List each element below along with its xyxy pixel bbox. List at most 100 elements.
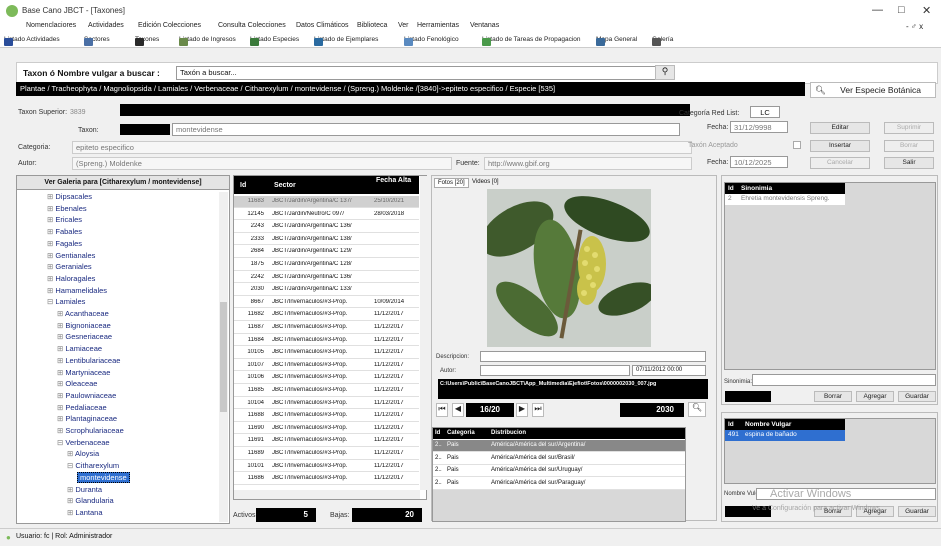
tree-node[interactable]: ⊞ Fagales [47, 239, 82, 248]
tree-node[interactable]: ⊞ Oleaceae [57, 379, 97, 388]
specimen-row[interactable]: 10105 JBCT/Invernáculos/#3-Prop. 11/12/201… [234, 347, 419, 359]
specimen-row[interactable]: 2242 JBCT/Jardin/Argentina/C 136/ [234, 272, 419, 284]
tree-node[interactable]: ⊞ Ebenales [47, 204, 87, 213]
specimen-row[interactable]: 11686 JBCT/Invernáculos/#3-Prop. 11/12/201… [234, 473, 419, 485]
toolbar-item-3[interactable]: Listado de Ingresos [179, 36, 236, 46]
synonym-row[interactable]: 2 Ehretia montevidensis Spreng. [725, 194, 845, 205]
tab-videos[interactable]: Videos [0] [472, 179, 499, 185]
search-input[interactable]: Taxón a buscar... [176, 66, 666, 80]
syn-borrar-button[interactable]: Borrar [814, 391, 852, 402]
prev-photo-button[interactable]: ◀ [452, 403, 464, 417]
menu-nomenclaciores[interactable]: Nomenclaciores [26, 22, 76, 29]
tree-node[interactable]: ⊟ Citharexylum [67, 461, 119, 470]
minimize-button[interactable]: — [872, 4, 883, 16]
specimen-row[interactable]: 12145 JBCT/Jardin/Neutro/C 097/28/03/2018 [234, 209, 419, 221]
tree-node[interactable]: ⊞ Scrophulariaceae [57, 426, 124, 435]
fuente-field[interactable]: http://www.gbif.org [484, 157, 692, 170]
categoria-field[interactable]: epiteto especifico [72, 141, 692, 154]
specimen-row[interactable]: 11682 JBCT/Invernáculos/#3-Prop. 11/12/201… [234, 309, 419, 321]
cancelar-button[interactable]: Cancelar [810, 157, 870, 169]
specimen-row[interactable]: 10101 JBCT/Invernáculos/#3-Prop. 11/12/201… [234, 461, 419, 473]
specimen-row[interactable]: 11687 JBCT/Invernáculos/#3-Prop. 11/12/201… [234, 322, 419, 334]
fecha-field-2[interactable]: 10/12/2025 [730, 156, 788, 168]
tree-node[interactable]: ⊞ Glandularia [67, 496, 114, 505]
tree-node[interactable]: ⊞ Acanthaceae [57, 309, 109, 318]
tree-node[interactable]: ⊞ Plantaginaceae [57, 414, 117, 423]
borrar-button[interactable]: Borrar [884, 140, 934, 152]
ver-especie-button[interactable]: 🔍︎ Ver Especie Botánica [810, 82, 936, 98]
tree-node[interactable]: ⊞ Fabales [47, 227, 82, 236]
mdi-controls[interactable]: - ♂ x [906, 22, 923, 31]
distribution-row[interactable]: 2.. Pais América/América del sur/Argentina… [433, 440, 685, 452]
tree-node[interactable]: ⊞ Paulowniaceae [57, 391, 116, 400]
distribution-row[interactable]: 2.. Pais América/América del sur/Uruguay/ [433, 465, 685, 477]
specimen-row[interactable]: 10104 JBCT/Invernáculos/#3-Prop. 11/12/201… [234, 398, 419, 410]
menu-ventanas[interactable]: Ventanas [470, 22, 499, 29]
specimen-row[interactable]: 2684 JBCT/Jardin/Argentina/C 129/ [234, 246, 419, 258]
taxon-aceptado-checkbox[interactable] [793, 141, 801, 149]
binoculars-search-button[interactable]: ⚲ [655, 65, 675, 80]
menu-edicion-colecciones[interactable]: Edición Colecciones [138, 22, 201, 29]
maximize-button[interactable]: □ [898, 4, 905, 16]
toolbar-item-6[interactable]: Listado Fenológico [404, 36, 459, 46]
photo-autor-field[interactable] [480, 365, 630, 376]
tree-node[interactable]: ⊞ Martyniaceae [57, 368, 110, 377]
tree-node[interactable]: ⊞ Duranta [67, 485, 102, 494]
salir-button[interactable]: Salir [884, 157, 934, 169]
specimen-row[interactable]: 1875 JBCT/Jardin/Argentina/C 128/ [234, 259, 419, 271]
specimen-row[interactable]: 2243 JBCT/Jardin/Argentina/C 136/ [234, 221, 419, 233]
tree-node[interactable]: ⊞ Bignoniaceae [57, 321, 111, 330]
specimens-hscrollbar[interactable] [234, 490, 420, 499]
specimen-row[interactable]: 2333 JBCT/Jardin/Argentina/C 138/ [234, 234, 419, 246]
tab-fotos[interactable]: Fotos [20] [434, 178, 469, 188]
syn-guardar-button[interactable]: Guardar [898, 391, 936, 402]
fecha-field-1[interactable]: 31/12/9998 [730, 121, 788, 133]
specimen-row[interactable]: 2030 JBCT/Jardin/Argentina/C 133/ [234, 284, 419, 296]
syn-agregar-button[interactable]: Agregar [856, 391, 894, 402]
specimen-row[interactable]: 11690 JBCT/Invernáculos/#3-Prop. 11/12/201… [234, 423, 419, 435]
specimen-row[interactable]: 11684 JBCT/Invernáculos/#3-Prop. 11/12/201… [234, 335, 419, 347]
tree-node[interactable]: ⊞ Dipsacales [47, 192, 92, 201]
specimen-row[interactable]: 11685 JBCT/Invernáculos/#3-Prop. 11/12/201… [234, 385, 419, 397]
tree-scrollbar[interactable] [219, 192, 228, 522]
specimen-row[interactable]: 11691 JBCT/Invernáculos/#3-Prop. 11/12/201… [234, 435, 419, 447]
tree-node[interactable]: ⊞ Gentianales [47, 251, 95, 260]
descripcion-field[interactable] [480, 351, 706, 362]
close-button[interactable]: ✕ [922, 4, 931, 17]
menu-biblioteca[interactable]: Biblioteca [357, 22, 387, 29]
specimen-row[interactable]: 8667 JBCT/Invernáculos/#3-Prop. 10/09/2014 [234, 297, 419, 309]
toolbar-item-2[interactable]: Taxones [135, 36, 159, 46]
tree-node[interactable]: ⊞ Ericales [47, 215, 82, 224]
tree-node[interactable]: ⊞ Lamiaceae [57, 344, 102, 353]
specimen-row[interactable]: 11689 JBCT/Invernáculos/#3-Prop. 11/12/201… [234, 448, 419, 460]
last-photo-button[interactable]: ⏭ [532, 403, 544, 417]
toolbar-item-8[interactable]: Mapa General [596, 36, 637, 46]
specimen-row[interactable]: 10106 JBCT/Invernáculos/#3-Prop. 11/12/201… [234, 372, 419, 384]
taxon-field[interactable]: montevidense [172, 123, 680, 136]
expand-icon[interactable]: ⊞ [67, 449, 75, 458]
tree-node[interactable]: montevidense [77, 471, 130, 483]
menu-ver[interactable]: Ver [398, 22, 409, 29]
tree-scroll-thumb[interactable] [220, 302, 227, 412]
tree-node[interactable]: ⊞ Lantana [67, 508, 103, 517]
next-photo-button[interactable]: ▶ [516, 403, 528, 417]
menu-consulta-colecciones[interactable]: Consulta Colecciones [218, 22, 286, 29]
tree-node[interactable]: ⊟ Verbenaceae [57, 438, 110, 447]
vul-guardar-button[interactable]: Guardar [898, 506, 936, 517]
specimen-row[interactable]: 11688 JBCT/Invernáculos/#3-Prop. 11/12/201… [234, 410, 419, 422]
tree-node[interactable]: ⊞ Pedaliaceae [57, 403, 107, 412]
toolbar-item-5[interactable]: Listado de Ejemplares [314, 36, 378, 46]
tree-node[interactable]: ⊞ Aloysia [67, 449, 99, 458]
toolbar-item-4[interactable]: Listado Especies [250, 36, 299, 46]
tree-node[interactable]: ⊞ Haloragales [47, 274, 95, 283]
insertar-button[interactable]: Insertar [810, 140, 870, 152]
expand-icon[interactable]: ⊞ [57, 309, 65, 318]
menu-actividades[interactable]: Actividades [88, 22, 124, 29]
distribution-row[interactable]: 2.. Pais América/América del sur/Paraguay/ [433, 478, 685, 490]
menu-datos-climaticos[interactable]: Datos Climáticos [296, 22, 349, 29]
editar-button[interactable]: Editar [810, 122, 870, 134]
toolbar-item-9[interactable]: Galería [652, 36, 673, 46]
vulgar-row[interactable]: 491 espina de bañado [725, 430, 845, 441]
sinonimia-field[interactable] [752, 374, 936, 386]
specimen-row[interactable]: 10107 JBCT/Invernáculos/#3-Prop. 11/12/201… [234, 360, 419, 372]
